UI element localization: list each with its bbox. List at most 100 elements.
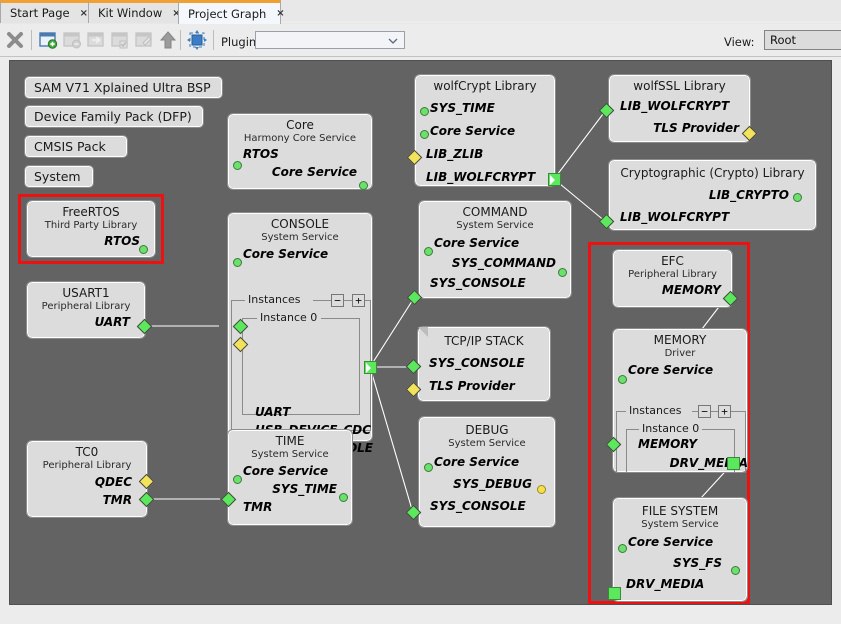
port-label: LIB_WOLFCRYPT	[426, 170, 536, 184]
instances-plus-button[interactable]: +	[718, 405, 731, 418]
port-marker-console-core-service[interactable]	[233, 258, 242, 267]
port-row-sys-command[interactable]: SYS_COMMAND	[420, 254, 570, 272]
port-marker-time-core-service[interactable]	[233, 475, 242, 484]
port-row-instance-drv-media[interactable]: DRV_MEDIA	[614, 454, 772, 472]
port-row-lib-crypto[interactable]: LIB_CRYPTO	[610, 186, 815, 204]
port-row-sys-time[interactable]: SYS_TIME	[229, 480, 351, 498]
port-marker-lib-wolfcrypt-hub[interactable]	[548, 173, 561, 186]
port-row-memory[interactable]: MEMORY	[614, 281, 731, 299]
fit-to-view-icon[interactable]	[186, 29, 208, 51]
node-subtitle: System Service	[261, 232, 339, 243]
graph-canvas[interactable]: SAM V71 Xplained Ultra BSP Device Family…	[9, 60, 832, 605]
port-marker-wc-core-service[interactable]	[420, 130, 429, 139]
pill-device-family-pack[interactable]: Device Family Pack (DFP)	[24, 105, 204, 128]
node-title: FreeRTOS	[62, 205, 120, 219]
toolbar: Plugins: View: Root	[0, 24, 841, 57]
tab-kit-window[interactable]: Kit Window ×	[88, 0, 183, 23]
port-marker-rtos[interactable]	[139, 245, 148, 254]
port-row-lib-wolfcrypt[interactable]: LIB_WOLFCRYPT	[610, 208, 815, 226]
port-row-sys-console[interactable]: SYS_CONSOLE	[419, 354, 549, 372]
port-row-sys-console[interactable]: SYS_CONSOLE	[420, 497, 554, 515]
port-marker-memory-core-service[interactable]	[618, 375, 627, 384]
node-console[interactable]: CONSOLE System Service Core Service Inst…	[227, 212, 373, 455]
port-marker-instance-drv-media-out[interactable]	[727, 457, 740, 470]
pill-label: SAM V71 Xplained Ultra BSP	[34, 80, 211, 95]
port-marker-fs-core-service[interactable]	[618, 544, 627, 553]
node-freertos[interactable]: FreeRTOS Third Party Library RTOS	[26, 200, 156, 258]
node-subtitle: System Service	[251, 449, 329, 460]
port-marker-sys-debug[interactable]	[537, 485, 546, 494]
port-marker-sys-time-out[interactable]	[339, 493, 348, 502]
node-tc0[interactable]: TC0 Peripheral Library QDEC TMR	[26, 440, 148, 518]
port-row-drv-media[interactable]: DRV_MEDIA	[614, 575, 746, 593]
port-row-core-service[interactable]: Core Service	[229, 163, 371, 181]
node-crypto-library[interactable]: Cryptographic (Crypto) Library LIB_CRYPT…	[608, 159, 817, 231]
port-row-sys-time[interactable]: SYS_TIME	[416, 99, 554, 117]
node-time[interactable]: TIME System Service Core Service SYS_TIM…	[227, 429, 353, 526]
port-marker-wc-sys-time[interactable]	[420, 107, 429, 116]
tab-project-graph[interactable]: Project Graph ×	[178, 0, 285, 24]
port-row-core-service[interactable]: Core Service	[614, 533, 746, 551]
port-marker-sys-fs-out[interactable]	[731, 566, 740, 575]
port-row-instance-uart[interactable]: UART	[229, 403, 399, 421]
port-row-lib-wolfcrypt[interactable]: LIB_WOLFCRYPT	[416, 168, 554, 186]
new-window-icon[interactable]	[37, 29, 59, 51]
move-up-icon[interactable]	[157, 29, 179, 51]
plugins-select[interactable]	[255, 31, 405, 49]
port-row-uart[interactable]: UART	[28, 313, 144, 331]
port-row-rtos[interactable]: RTOS	[229, 145, 371, 163]
port-row-core-service[interactable]: Core Service	[614, 361, 746, 379]
port-label: LIB_WOLFCRYPT	[620, 210, 730, 224]
port-marker-core-rtos[interactable]	[233, 161, 242, 170]
port-marker-sys-command-out[interactable]	[558, 268, 567, 277]
view-select[interactable]: Root	[764, 30, 841, 50]
tab-label: Start Page	[10, 6, 70, 20]
port-row-core-service[interactable]: Core Service	[420, 453, 554, 471]
port-row-core-service[interactable]: Core Service	[229, 245, 371, 263]
instances-label: Instances	[245, 293, 304, 306]
port-marker-core-service[interactable]	[359, 181, 368, 190]
tab-close-icon[interactable]: ×	[276, 8, 284, 19]
port-row-lib-zlib[interactable]: LIB_ZLIB	[416, 145, 554, 163]
port-row-sys-fs[interactable]: SYS_FS	[614, 554, 746, 572]
port-marker-debug-core-service[interactable]	[424, 463, 433, 472]
node-memory-driver[interactable]: MEMORY Driver Core Service Instances − +…	[612, 328, 748, 473]
pill-sam-v71-bsp[interactable]: SAM V71 Xplained Ultra BSP	[24, 76, 223, 99]
node-tcpip-stack[interactable]: TCP/IP STACK SYS_CONSOLE TLS Provider	[417, 326, 551, 402]
port-row-sys-console[interactable]: SYS_CONSOLE	[420, 274, 570, 292]
instances-minus-button[interactable]: −	[698, 405, 711, 418]
close-graph-icon[interactable]	[4, 29, 26, 51]
port-row-tmr[interactable]: TMR	[28, 491, 146, 509]
port-row-sys-debug[interactable]: SYS_DEBUG	[420, 475, 554, 493]
node-file-system[interactable]: FILE SYSTEM System Service Core Service …	[612, 497, 748, 602]
port-marker-fs-drv-media-in[interactable]	[608, 587, 621, 600]
port-row-qdec[interactable]: QDEC	[28, 473, 146, 491]
instances-plus-button[interactable]: +	[352, 294, 365, 307]
port-marker-lib-crypto-out[interactable]	[793, 193, 802, 202]
port-marker-cmd-core-service[interactable]	[424, 247, 433, 256]
node-wolfcrypt-library[interactable]: wolfCrypt Library SYS_TIME Core Service …	[414, 74, 556, 187]
port-label: LIB_CRYPTO	[708, 188, 789, 202]
tab-start-page[interactable]: Start Page ×	[0, 0, 95, 23]
port-row-tls-provider[interactable]: TLS Provider	[610, 119, 749, 137]
tab-close-icon[interactable]: ×	[80, 8, 88, 19]
node-core[interactable]: Core Harmony Core Service RTOS Core Serv…	[227, 113, 373, 190]
port-row-rtos[interactable]: RTOS	[28, 232, 154, 250]
port-row-core-service[interactable]: Core Service	[416, 122, 554, 140]
port-row-tls-provider[interactable]: TLS Provider	[419, 377, 549, 395]
port-row-core-service[interactable]: Core Service	[229, 462, 351, 480]
node-usart1[interactable]: USART1 Peripheral Library UART	[26, 281, 146, 339]
port-row-instance-memory[interactable]: MEMORY	[614, 435, 772, 453]
port-marker-sys-console-hub[interactable]	[364, 361, 377, 374]
instances-label: Instances	[626, 404, 685, 417]
port-row-core-service[interactable]: Core Service	[420, 234, 570, 252]
pill-system[interactable]: System	[24, 165, 94, 188]
node-command[interactable]: COMMAND System Service Core Service SYS_…	[418, 200, 572, 299]
instances-minus-button[interactable]: −	[331, 294, 344, 307]
node-debug[interactable]: DEBUG System Service Core Service SYS_DE…	[418, 416, 556, 528]
node-wolfssl-library[interactable]: wolfSSL Library LIB_WOLFCRYPT TLS Provid…	[608, 74, 751, 143]
pill-cmsis-pack[interactable]: CMSIS Pack	[24, 135, 128, 158]
port-row-lib-wolfcrypt[interactable]: LIB_WOLFCRYPT	[610, 97, 749, 115]
node-efc[interactable]: EFC Peripheral Library MEMORY	[612, 249, 733, 308]
port-row-tmr[interactable]: TMR	[229, 498, 351, 516]
